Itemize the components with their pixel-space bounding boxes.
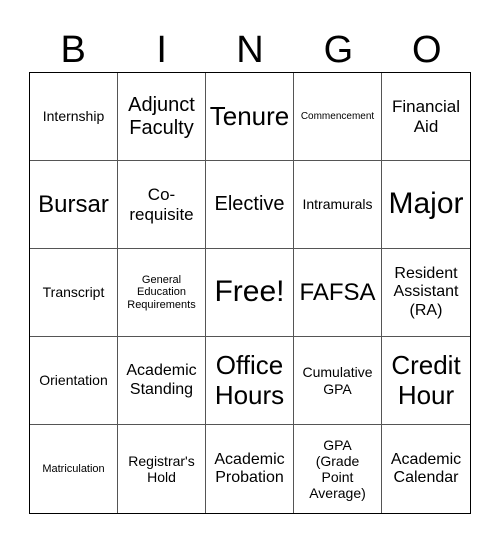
bingo-cell[interactable]: Resident Assistant (RA) [382, 249, 470, 337]
bingo-cell[interactable]: Matriculation [30, 425, 118, 513]
bingo-header: B I N G O [29, 28, 471, 72]
bingo-cell[interactable]: Internship [30, 73, 118, 161]
bingo-cell[interactable]: Co-requisite [118, 161, 206, 249]
bingo-cell[interactable]: Office Hours [206, 337, 294, 425]
bingo-cell[interactable]: General Education Requirements [118, 249, 206, 337]
bingo-cell[interactable]: Credit Hour [382, 337, 470, 425]
bingo-card: Internship Adjunct Faculty Tenure Commen… [29, 72, 471, 514]
header-letter-i: I [156, 29, 167, 71]
bingo-cell[interactable]: Orientation [30, 337, 118, 425]
bingo-cell[interactable]: Financial Aid [382, 73, 470, 161]
bingo-cell[interactable]: GPA (Grade Point Average) [294, 425, 382, 513]
bingo-cell[interactable]: FAFSA [294, 249, 382, 337]
header-letter-b: B [60, 29, 86, 71]
bingo-cell[interactable]: Tenure [206, 73, 294, 161]
bingo-cell[interactable]: Elective [206, 161, 294, 249]
bingo-cell[interactable]: Cumulative GPA [294, 337, 382, 425]
free-space[interactable]: Free! [206, 249, 294, 337]
bingo-cell[interactable]: Intramurals [294, 161, 382, 249]
bingo-cell[interactable]: Academic Standing [118, 337, 206, 425]
header-letter-g: G [323, 29, 354, 71]
header-letter-n: N [236, 29, 264, 71]
bingo-cell[interactable]: Academic Probation [206, 425, 294, 513]
header-letter-o: O [412, 29, 442, 71]
bingo-cell[interactable]: Academic Calendar [382, 425, 470, 513]
bingo-cell[interactable]: Registrar's Hold [118, 425, 206, 513]
bingo-cell[interactable]: Adjunct Faculty [118, 73, 206, 161]
bingo-cell[interactable]: Commencement [294, 73, 382, 161]
bingo-cell[interactable]: Transcript [30, 249, 118, 337]
bingo-cell[interactable]: Bursar [30, 161, 118, 249]
bingo-cell[interactable]: Major [382, 161, 470, 249]
